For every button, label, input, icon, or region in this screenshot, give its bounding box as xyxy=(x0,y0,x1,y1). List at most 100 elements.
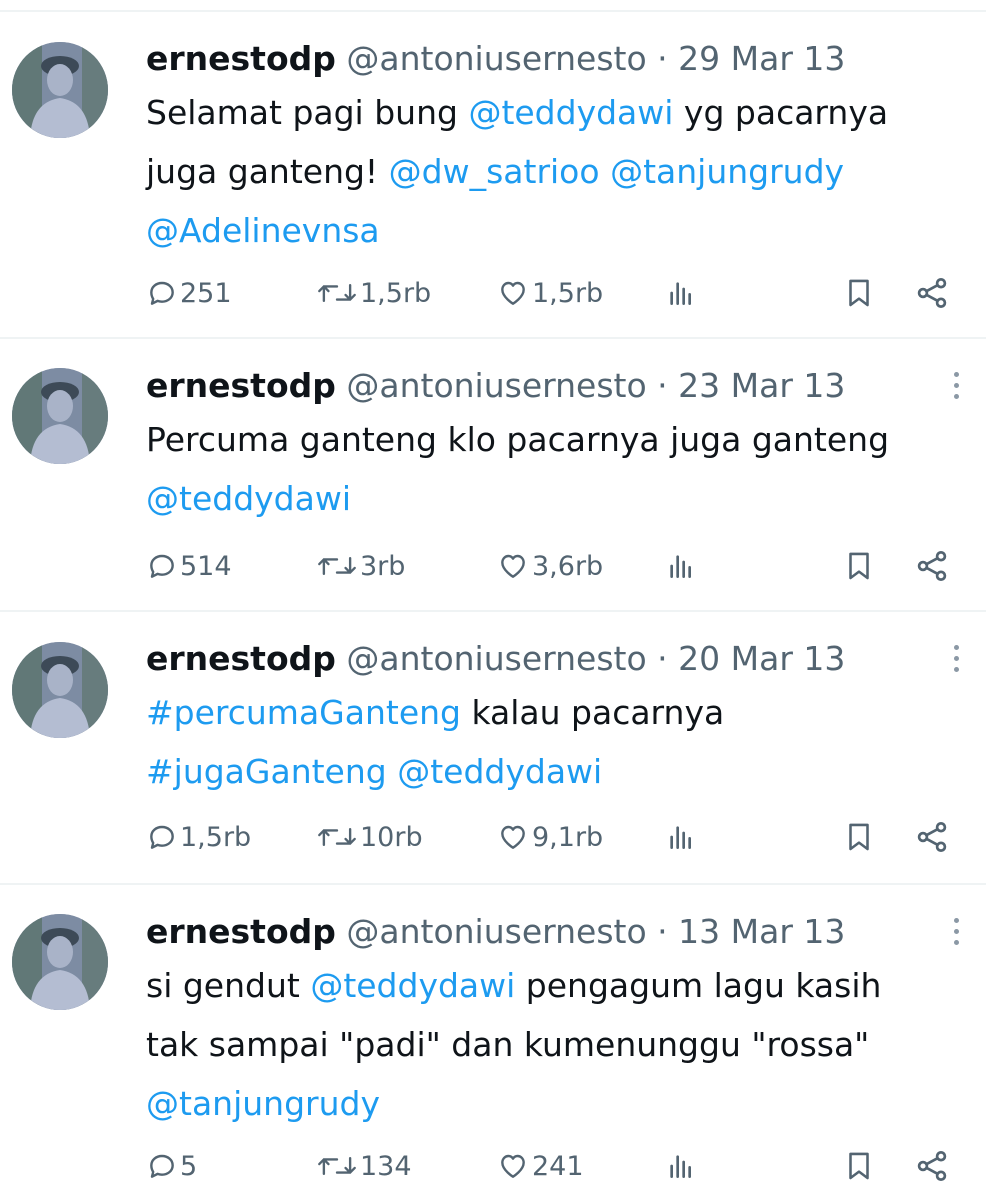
mention-link[interactable]: @teddydawi xyxy=(146,479,351,518)
tweet-text-line: tak sampai "padi" dan kumenunggu "rossa" xyxy=(146,1015,881,1074)
tweet-date[interactable]: 29 Mar 13 xyxy=(678,39,845,78)
more-vertical-icon[interactable] xyxy=(948,645,964,679)
text-segment: tak sampai "padi" dan kumenunggu "rossa" xyxy=(146,1025,870,1064)
mention-link[interactable]: @teddydawi xyxy=(468,93,673,132)
text-segment: juga ganteng! xyxy=(146,152,389,191)
bookmark-button[interactable] xyxy=(842,1144,876,1188)
retweet-button[interactable]: 3rb xyxy=(316,544,405,588)
separator-dot: · xyxy=(657,639,668,678)
bookmark-icon xyxy=(849,1152,869,1180)
like-button[interactable]: 3,6rb xyxy=(496,544,603,588)
tweet-text-line: @Adelinevnsa xyxy=(146,201,888,260)
reply-button[interactable]: 251 xyxy=(146,271,232,315)
reply-button[interactable]: 514 xyxy=(146,544,232,588)
tweet-date[interactable]: 23 Mar 13 xyxy=(678,366,845,405)
more-vertical-icon[interactable] xyxy=(948,372,964,406)
hashtag-link[interactable]: #percumaGanteng xyxy=(146,693,461,732)
avatar[interactable] xyxy=(12,914,108,1010)
tweet-text-line: #jugaGanteng @teddydawi xyxy=(146,742,724,801)
views-bar-icon xyxy=(670,1155,691,1178)
share-button[interactable] xyxy=(914,544,950,588)
tweet-text-line: @teddydawi xyxy=(146,469,889,528)
tweet-text: Percuma ganteng klo pacarnya juga ganten… xyxy=(146,410,889,528)
bookmark-icon xyxy=(849,823,869,851)
bookmark-icon xyxy=(849,552,869,580)
author-name[interactable]: ernestodp xyxy=(146,39,336,78)
like-button[interactable]: 241 xyxy=(496,1144,584,1188)
bookmark-button[interactable] xyxy=(842,271,876,315)
share-button[interactable] xyxy=(914,271,950,315)
bookmark-button[interactable] xyxy=(842,544,876,588)
avatar[interactable] xyxy=(12,642,108,738)
tweet-actions: 1,5rb 10rb 9,1rb xyxy=(0,815,986,859)
share-icon xyxy=(917,551,947,581)
tweet-actions: 251 1,5rb 1,5rb xyxy=(0,271,986,315)
tweet-text-line: si gendut @teddydawi pengagum lagu kasih xyxy=(146,956,881,1015)
tweet-date[interactable]: 13 Mar 13 xyxy=(678,912,845,951)
separator-dot: · xyxy=(657,366,668,405)
text-segment: Percuma ganteng klo pacarnya juga ganten… xyxy=(146,420,890,459)
author-handle[interactable]: @antoniusernesto xyxy=(346,912,646,951)
text-segment xyxy=(387,752,398,791)
author-name[interactable]: ernestodp xyxy=(146,366,336,405)
retweet-button[interactable]: 134 xyxy=(316,1144,412,1188)
mention-link[interactable]: @Adelinevnsa xyxy=(146,211,380,250)
mention-link[interactable]: @tanjungrudy xyxy=(146,1084,380,1123)
like-button[interactable]: 9,1rb xyxy=(496,815,603,859)
tweet-header: ernestodp @antoniusernesto · 29 Mar 13 xyxy=(146,37,845,81)
more-vertical-icon[interactable] xyxy=(948,918,964,952)
author-handle[interactable]: @antoniusernesto xyxy=(346,639,646,678)
heart-icon xyxy=(501,825,525,849)
share-icon xyxy=(917,278,947,308)
avatar[interactable] xyxy=(12,42,108,138)
retweet-count: 134 xyxy=(360,1150,412,1182)
reply-bubble-icon xyxy=(150,825,174,849)
views-button[interactable] xyxy=(664,815,698,859)
bookmark-icon xyxy=(849,279,869,307)
text-segment: Selamat pagi bung xyxy=(146,93,469,132)
tweet-header: ernestodp @antoniusernesto · 20 Mar 13 xyxy=(146,637,845,681)
heart-icon xyxy=(501,281,525,305)
share-icon xyxy=(917,1151,947,1181)
tweet-text: si gendut @teddydawi pengagum lagu kasih… xyxy=(146,956,881,1133)
reply-button[interactable]: 1,5rb xyxy=(146,815,251,859)
mention-link[interactable]: @teddydawi xyxy=(310,966,515,1005)
tweet-header: ernestodp @antoniusernesto · 23 Mar 13 xyxy=(146,364,845,408)
text-segment: pengagum lagu kasih xyxy=(515,966,882,1005)
author-handle[interactable]: @antoniusernesto xyxy=(346,39,646,78)
author-name[interactable]: ernestodp xyxy=(146,912,336,951)
bookmark-button[interactable] xyxy=(842,815,876,859)
retweet-button[interactable]: 1,5rb xyxy=(316,271,431,315)
mention-link[interactable]: @tanjungrudy xyxy=(610,152,844,191)
tweet-divider xyxy=(0,610,986,612)
like-count: 3,6rb xyxy=(532,550,604,582)
retweet-icon xyxy=(318,827,356,847)
hashtag-link[interactable]: #jugaGanteng xyxy=(146,752,387,791)
tweet-date[interactable]: 20 Mar 13 xyxy=(678,639,845,678)
reply-bubble-icon xyxy=(150,554,174,578)
share-button[interactable] xyxy=(914,1144,950,1188)
tweet-text-line: juga ganteng! @dw_satrioo @tanjungrudy xyxy=(146,142,888,201)
like-count: 9,1rb xyxy=(532,821,604,853)
share-button[interactable] xyxy=(914,815,950,859)
mention-link[interactable]: @dw_satrioo xyxy=(389,152,600,191)
mention-link[interactable]: @teddydawi xyxy=(397,752,602,791)
tweet-text: #percumaGanteng kalau pacarnya #jugaGant… xyxy=(146,683,724,801)
author-handle[interactable]: @antoniusernesto xyxy=(346,366,646,405)
tweet-text: Selamat pagi bung @teddydawi yg pacarnya… xyxy=(146,83,888,260)
heart-icon xyxy=(501,554,525,578)
views-button[interactable] xyxy=(664,544,698,588)
views-button[interactable] xyxy=(664,1144,698,1188)
retweet-count: 3rb xyxy=(360,550,406,582)
tweet-header: ernestodp @antoniusernesto · 13 Mar 13 xyxy=(146,910,845,954)
heart-icon xyxy=(501,1154,525,1178)
separator-dot: · xyxy=(657,912,668,951)
views-button[interactable] xyxy=(664,271,698,315)
tweet-divider xyxy=(0,883,986,885)
views-bar-icon xyxy=(670,826,691,849)
avatar[interactable] xyxy=(12,368,108,464)
retweet-button[interactable]: 10rb xyxy=(316,815,423,859)
reply-button[interactable]: 5 xyxy=(146,1144,197,1188)
like-button[interactable]: 1,5rb xyxy=(496,271,603,315)
author-name[interactable]: ernestodp xyxy=(146,639,336,678)
